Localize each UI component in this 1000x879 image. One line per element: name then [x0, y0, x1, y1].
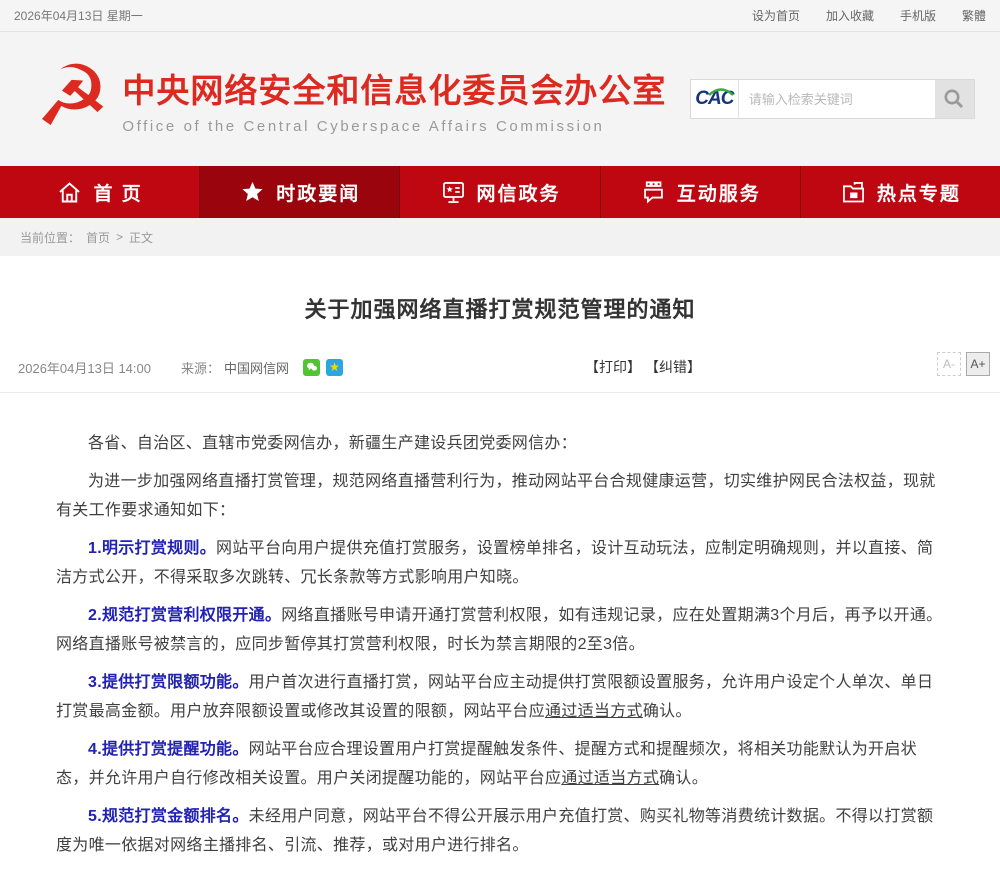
font-size-controls: A- A+	[937, 352, 990, 376]
source-label: 来源：	[181, 358, 220, 377]
chat-icon	[640, 179, 667, 206]
paragraph: 4.提供打赏提醒功能。网站平台应合理设置用户打赏提醒触发条件、提醒方式和提醒频次…	[56, 735, 944, 793]
paragraph: 3.提供打赏限额功能。用户首次进行直播打赏，网站平台应主动提供打赏限额设置服务，…	[56, 668, 944, 726]
nav-item-label: 互动服务	[677, 179, 761, 206]
search-icon	[942, 87, 966, 111]
nav-item-label: 时政要闻	[276, 179, 360, 206]
traditional-chinese-link[interactable]: 繁體	[962, 7, 986, 24]
search-button[interactable]	[935, 80, 974, 118]
topbar-links: 设为首页 加入收藏 手机版 繁體	[752, 7, 986, 24]
cac-logo-arc	[707, 87, 735, 96]
paragraph: 5.规范打赏金额排名。未经用户同意，网站平台不得公开展示用户充值打赏、购买礼物等…	[56, 802, 944, 860]
party-emblem-icon: ☭	[35, 54, 110, 138]
qzone-share-icon[interactable]: ★	[326, 359, 343, 376]
source-name: 中国网信网	[224, 358, 289, 377]
paragraph: 2.规范打赏营利权限开通。网络直播账号申请开通打赏营利权限，如有违规记录，应在处…	[56, 601, 944, 659]
monitor-icon	[440, 179, 467, 206]
main-nav: 首 页 时政要闻 网信政务 互动服务 热点专	[0, 166, 1000, 218]
nav-item-label: 网信政务	[477, 179, 561, 206]
nav-item-label: 首 页	[93, 179, 142, 206]
set-homepage-link[interactable]: 设为首页	[752, 7, 800, 24]
folder-icon	[840, 179, 867, 206]
site-subtitle: Office of the Central Cyberspace Affairs…	[122, 118, 666, 135]
breadcrumb-current: 正文	[129, 229, 153, 246]
article-title: 关于加强网络直播打赏规范管理的通知	[0, 256, 1000, 324]
site-titles: 中央网络安全和信息化委员会办公室 Office of the Central C…	[122, 64, 666, 135]
article-content: 关于加强网络直播打赏规范管理的通知 2026年04月13日 14:00 来源： …	[0, 256, 1000, 879]
share-buttons: ★	[303, 359, 343, 376]
site-title: 中央网络安全和信息化委员会办公室	[122, 64, 666, 112]
nav-item-home[interactable]: 首 页	[0, 166, 200, 218]
site-header: ☭ 中央网络安全和信息化委员会办公室 Office of the Central…	[0, 32, 1000, 166]
nav-item-egov[interactable]: 网信政务	[400, 166, 600, 218]
publish-datetime: 2026年04月13日 14:00	[18, 358, 151, 377]
star-icon	[239, 179, 266, 206]
article-meta: 2026年04月13日 14:00 来源： 中国网信网 ★ 【打印】 【纠错】 …	[0, 354, 1000, 380]
font-larger-button[interactable]: A+	[966, 352, 990, 376]
search-input[interactable]	[739, 80, 935, 118]
add-favorite-link[interactable]: 加入收藏	[826, 7, 874, 24]
topbar: 2026年04月13日 星期一 设为首页 加入收藏 手机版 繁體	[0, 0, 1000, 32]
font-smaller-button[interactable]: A-	[937, 352, 961, 376]
wechat-share-icon[interactable]	[303, 359, 320, 376]
article-tools: 【打印】 【纠错】	[585, 357, 701, 377]
nav-item-interactive[interactable]: 互动服务	[601, 166, 801, 218]
breadcrumb-separator: >	[116, 230, 123, 244]
breadcrumb-home-link[interactable]: 首页	[86, 229, 110, 246]
mobile-version-link[interactable]: 手机版	[900, 7, 936, 24]
nav-item-label: 热点专题	[877, 179, 961, 206]
error-report-button[interactable]: 【纠错】	[645, 357, 701, 377]
current-date: 2026年04月13日 星期一	[14, 7, 143, 24]
cac-logo: CAC	[691, 80, 739, 118]
search-box: CAC	[690, 79, 975, 119]
nav-item-topics[interactable]: 热点专题	[801, 166, 1000, 218]
nav-item-news[interactable]: 时政要闻	[200, 166, 400, 218]
home-icon	[56, 179, 83, 206]
breadcrumb-label: 当前位置：	[20, 229, 80, 246]
breadcrumb: 当前位置： 首页 > 正文	[0, 218, 1000, 256]
paragraph: 各省、自治区、直辖市党委网信办，新疆生产建设兵团党委网信办：	[56, 429, 944, 458]
paragraph: 为进一步加强网络直播打赏管理，规范网络直播营利行为，推动网站平台合规健康运营，切…	[56, 467, 944, 525]
print-button[interactable]: 【打印】	[585, 357, 641, 377]
paragraph: 1.明示打赏规则。网站平台向用户提供充值打赏服务，设置榜单排名，设计互动玩法，应…	[56, 534, 944, 592]
article-body: 各省、自治区、直辖市党委网信办，新疆生产建设兵团党委网信办： 为进一步加强网络直…	[0, 393, 1000, 860]
